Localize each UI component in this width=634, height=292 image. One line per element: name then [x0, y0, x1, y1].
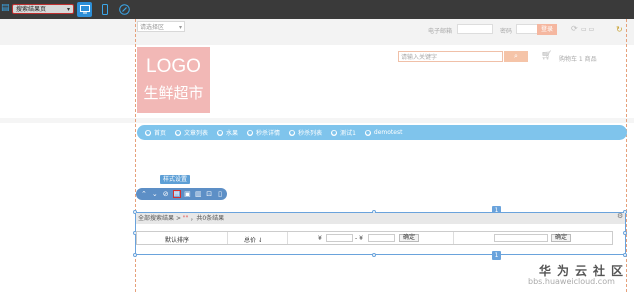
search-icon: ⌕: [514, 52, 518, 60]
right-guide: [626, 19, 627, 292]
page-select-value: 搜索结果页: [16, 6, 47, 13]
logo[interactable]: LOGO 生鲜超市: [137, 47, 210, 113]
chevron-down-icon: ▾: [178, 24, 182, 31]
nav-dot-icon: ●: [247, 129, 254, 136]
refresh-icon[interactable]: ⟳: [571, 24, 578, 33]
resize-handle[interactable]: [372, 253, 376, 257]
nav-item-label: 文章列表: [184, 130, 209, 137]
nav-item-articles[interactable]: ● 文章列表: [175, 128, 208, 137]
cart-text[interactable]: 购物车 1 商品: [559, 54, 597, 63]
nav-dot-icon: ●: [331, 129, 338, 136]
nav-item-fruit[interactable]: ● 水果: [217, 128, 238, 137]
password-label: 密码: [500, 28, 513, 35]
nav-dot-icon: ●: [145, 129, 151, 136]
main-nav: ● 首页 ● 文章列表 ● 水果 ● 秒杀详情 ● 秒杀列表 ● 测试1 ● demotest: [137, 125, 627, 140]
nav-item-label: 秒杀列表: [298, 130, 323, 137]
search-button[interactable]: ⌕: [504, 51, 528, 62]
currency-symbol: ¥: [318, 235, 322, 242]
keyword-confirm-button[interactable]: 确定: [551, 234, 571, 242]
email-field[interactable]: [457, 24, 493, 34]
settings-icon[interactable]: ⚙: [617, 212, 623, 220]
nav-dot-icon: ●: [364, 129, 371, 136]
mobile-icon: [101, 4, 108, 15]
resize-handle[interactable]: [133, 253, 137, 257]
keyword-filter-input[interactable]: [494, 234, 548, 242]
refresh-icon[interactable]: ↻: [616, 25, 623, 34]
nav-item-label: 水果: [226, 130, 239, 137]
desktop-icon: [79, 5, 90, 14]
arrow-up-icon[interactable]: ⌃: [140, 190, 148, 198]
nav-dot-icon: ●: [217, 129, 224, 136]
link-icon[interactable]: ⊘: [162, 190, 170, 198]
nav-item-test1[interactable]: ● 测试1: [331, 128, 356, 137]
nav-item-demotest[interactable]: ● demotest: [364, 129, 403, 136]
cell-divider: [227, 232, 228, 244]
layout-icon[interactable]: ▣: [184, 190, 192, 198]
nav-item-label: 测试1: [340, 130, 356, 137]
edit-icon[interactable]: ▥: [194, 190, 202, 198]
login-button[interactable]: 登录: [537, 24, 557, 35]
style-settings-icon[interactable]: ▤: [172, 190, 181, 198]
sort-filter-row: 默认排序 总价 ⇃ ¥ - ¥ 确定 确定: [136, 231, 613, 245]
search-placeholder: 请输入关键字: [401, 54, 438, 61]
price-min-input[interactable]: [326, 234, 353, 242]
lock-icon[interactable]: ⊡: [205, 190, 213, 198]
nav-item-label: demotest: [373, 129, 403, 136]
nav-item-label: 秒杀详情: [256, 130, 281, 137]
chevron-down-icon: ▾: [66, 6, 70, 13]
cell-divider: [287, 232, 288, 244]
cell-divider: [453, 232, 454, 244]
arrow-down-icon[interactable]: ⌄: [151, 190, 159, 198]
cart-icon[interactable]: 🛒︎: [541, 51, 552, 61]
nav-item-label: 首页: [154, 130, 167, 137]
logo-text: LOGO: [146, 56, 201, 77]
result-breadcrumb: 全部搜索结果 > "" ，共0条结果: [136, 213, 625, 224]
crumb-separator: >: [175, 215, 181, 222]
nav-item-flash-detail[interactable]: ● 秒杀详情: [247, 128, 280, 137]
search-keyword: "": [182, 215, 189, 222]
editor-toolbar: [0, 0, 634, 19]
mobile-view-button[interactable]: [97, 2, 112, 17]
nav-item-flash-list[interactable]: ● 秒杀列表: [289, 128, 322, 137]
nav-item-home[interactable]: ● 首页: [145, 128, 166, 137]
watermark-url: bbs.huaweicloud.com: [528, 277, 615, 286]
resize-handle[interactable]: [623, 253, 627, 257]
logo-subtitle: 生鲜超市: [143, 84, 204, 102]
crumb-all-results[interactable]: 全部搜索结果: [138, 215, 174, 222]
sort-price[interactable]: 总价 ⇃: [244, 235, 263, 244]
style-settings-tooltip: 样式设置: [160, 175, 191, 184]
resize-handle[interactable]: [623, 231, 627, 235]
link-icon: [119, 4, 130, 15]
region-select-value: 请选择区: [140, 24, 165, 31]
user-links[interactable]: ▭ ▭: [581, 26, 594, 33]
grid-icon[interactable]: ▤: [1, 3, 10, 13]
nav-dot-icon: ●: [289, 129, 296, 136]
page-select[interactable]: 搜索结果页 ▾: [12, 4, 74, 14]
sort-default[interactable]: 默认排序: [165, 235, 189, 244]
region-select[interactable]: 请选择区 ▾: [137, 21, 185, 32]
header-divider: [0, 118, 634, 123]
price-max-input[interactable]: [368, 234, 395, 242]
desktop-view-button[interactable]: [77, 2, 92, 17]
component-badge[interactable]: 1: [492, 251, 501, 260]
email-label: 电子邮箱: [428, 28, 453, 35]
result-count: ，共0条结果: [190, 215, 225, 222]
component-toolbar: ⌃ ⌄ ⊘ ▤ ▣ ▥ ⊡ ▯: [136, 188, 227, 200]
range-separator: - ¥: [355, 235, 363, 242]
link-view-button[interactable]: [117, 2, 132, 17]
delete-icon[interactable]: ▯: [216, 190, 224, 198]
price-confirm-button[interactable]: 确定: [399, 234, 419, 242]
nav-dot-icon: ●: [175, 129, 182, 136]
search-input[interactable]: 请输入关键字: [398, 51, 503, 62]
